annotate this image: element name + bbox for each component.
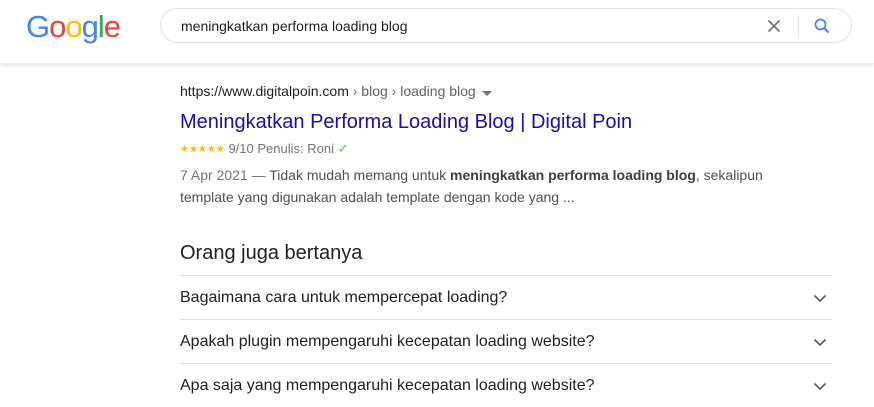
paa-heading: Orang juga bertanya <box>180 242 363 264</box>
check-icon: ✓ <box>337 141 349 157</box>
search-box <box>160 8 852 43</box>
chevron-down-icon[interactable] <box>812 290 828 306</box>
logo-letter: e <box>103 9 121 44</box>
paa-question-text: Apa saja yang mempengaruhi kecepatan loa… <box>180 377 595 394</box>
rating-text: 9/10 Penulis: Roni <box>224 141 338 157</box>
google-logo[interactable]: Google <box>26 9 121 45</box>
search-icon[interactable] <box>813 17 831 35</box>
paa-question-item[interactable]: Apa saja yang mempengaruhi kecepatan loa… <box>180 364 832 407</box>
logo-letter: G <box>26 9 50 44</box>
result-url-path: › blog › loading blog <box>348 83 476 99</box>
search-input[interactable] <box>181 17 741 35</box>
star-rating-icon: ★★★★★ <box>180 144 225 156</box>
result-snippet: 7 Apr 2021 — Tidak mudah memang untuk me… <box>180 164 800 208</box>
caret-down-icon[interactable] <box>481 83 492 101</box>
search-result: https://www.digitalpoin.com › blog › loa… <box>180 82 820 208</box>
result-rating: ★★★★★ 9/10 Penulis: Roni ✓ <box>180 141 820 158</box>
chevron-down-icon[interactable] <box>812 334 828 350</box>
paa-question-item[interactable]: Bagaimana cara untuk mempercepat loading… <box>180 276 832 320</box>
paa-question-text: Apakah plugin mempengaruhi kecepatan loa… <box>180 333 595 350</box>
result-breadcrumb[interactable]: https://www.digitalpoin.com › blog › loa… <box>180 82 820 101</box>
logo-letter: o <box>49 9 66 44</box>
search-header: Google <box>0 0 874 64</box>
paa-question-item[interactable]: Apakah plugin mempengaruhi kecepatan loa… <box>180 320 832 364</box>
snippet-text: Tidak mudah memang untuk <box>269 167 451 184</box>
close-icon[interactable] <box>765 17 783 35</box>
result-url-domain: https://www.digitalpoin.com <box>180 83 349 99</box>
logo-letter: g <box>81 9 99 44</box>
result-title-link[interactable]: Meningkatkan Performa Loading Blog | Dig… <box>180 109 820 135</box>
people-also-ask: Orang juga bertanya Bagaimana cara untuk… <box>180 240 832 407</box>
snippet-highlight: meningkatkan performa loading blog <box>450 167 696 184</box>
paa-list: Bagaimana cara untuk mempercepat loading… <box>180 275 832 407</box>
search-divider <box>798 15 799 37</box>
result-date: 7 Apr 2021 — <box>180 167 270 184</box>
paa-question-text: Bagaimana cara untuk mempercepat loading… <box>180 289 508 306</box>
logo-letter: o <box>65 9 82 44</box>
chevron-down-icon[interactable] <box>812 378 828 394</box>
